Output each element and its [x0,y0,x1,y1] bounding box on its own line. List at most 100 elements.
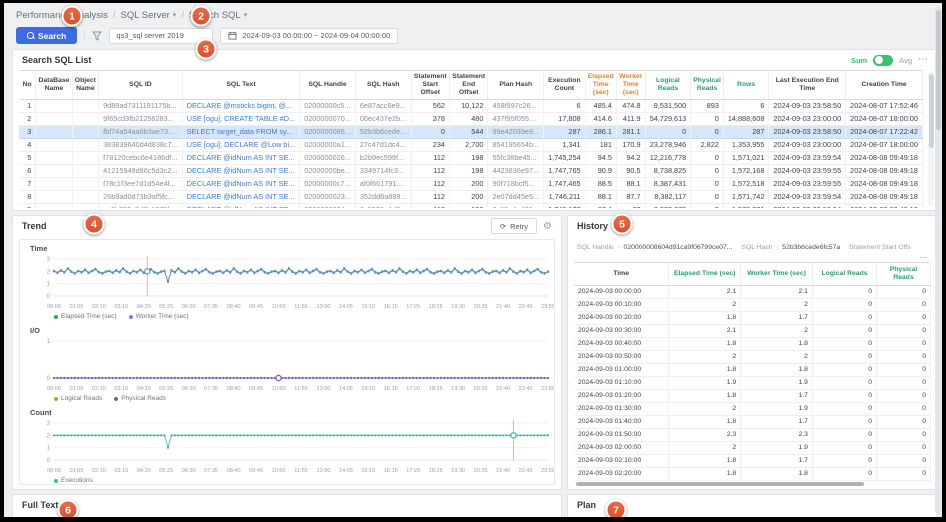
svg-text:08:40: 08:40 [227,386,241,392]
more-menu-icon[interactable]: ⋯ [918,55,928,65]
column-header[interactable]: Statement End Offset [449,71,487,100]
cell: 1.7 [741,455,813,468]
gear-icon[interactable]: ⚙ [543,221,552,232]
column-header[interactable]: Worker Time (sec) [741,263,813,286]
list-vertical-scrollbar[interactable] [928,72,934,206]
column-header[interactable]: Last Execution End Time [769,71,846,100]
search-button[interactable]: Search [16,27,77,44]
column-header[interactable]: SQL ID [99,71,183,100]
cell: 2024-08-08 09:49:18 [846,204,923,208]
column-header[interactable]: Physical Reads [877,263,931,286]
sql-text-link[interactable]: USE [ogu]; CREATE TABLE #D... [182,113,299,126]
history-more-icon[interactable]: ... [919,250,927,260]
cell: 8,382,117 [645,191,691,204]
cell: 41215949d86c5d3c2... [99,165,183,178]
history-horizontal-scrollbar[interactable] [576,482,864,486]
sql-text-link[interactable]: USE [ogu]; DECLARE @Low bi... [182,139,299,152]
retry-button[interactable]: ⟳ Retry [491,218,537,234]
column-header[interactable]: Logical Reads [645,71,691,100]
column-header[interactable]: SQL Handle [300,71,356,100]
cell: 0 [812,442,876,455]
table-row[interactable]: 7f78c1f3ee7d1d54e4f...DECLARE @idNum AS … [19,178,923,191]
cell: 2024-09-03 02:20:00 [574,468,669,481]
sum-avg-toggle[interactable] [873,55,893,66]
table-row: 2024-09-03 01:50:002.32.300 [574,429,931,442]
cell: 90.9 [585,165,616,178]
column-header[interactable]: SQL Text [182,71,299,100]
table-row[interactable]: 29f65cd3fb21256283...USE [ogu]; CREATE T… [19,113,923,126]
table-row[interactable]: 5f78120cebc6e4186df...DECLARE @idNum AS … [19,152,923,165]
cell: b2b9ec599f... [355,152,411,165]
cell [72,100,99,113]
cell: 2.1 [741,286,813,299]
legend-item[interactable]: Worker Time (sec) [129,313,189,320]
legend-item[interactable]: Executions [54,477,93,484]
calendar-icon [228,31,237,40]
svg-text:0: 0 [47,458,51,464]
cell: 1 [19,100,36,113]
legend-dot-icon [54,397,58,401]
cell: 1,571,021 [723,152,769,165]
trend-chart-box: Time012300:0001:0502:1003:1504:2005:2506… [19,239,555,485]
cell: 2024-08-07 18:00:00 [846,113,923,126]
legend-item[interactable]: Physical Reads [114,395,166,402]
cell: 2024-09-03 23:58:50 [769,126,846,139]
table-row[interactable]: 19d89ad7311191175b...DECLARE @msticks bi… [19,100,923,113]
column-header[interactable]: No [19,71,36,100]
column-header[interactable]: DataBase Name [36,71,72,100]
table-row[interactable]: 9ac2b792c7d3b1873f...DECLARE @idNum AS I… [19,204,923,208]
svg-text:08:40: 08:40 [227,468,241,474]
io-chart[interactable]: 0100:0001:0502:1003:1504:2005:2506:3007:… [24,336,555,393]
cell: fbf74a54aa6b3ae73... [99,126,183,139]
sql-text-link[interactable]: DECLARE @idNum AS INT SE... [182,165,299,178]
sql-text-link[interactable]: SELECT target_data FROM sy... [182,126,299,139]
table-row[interactable]: 4383839640d4d838c7...USE [ogu]; DECLARE … [19,139,923,152]
sql-text-link[interactable]: DECLARE @msticks bigint, @... [182,100,299,113]
column-header[interactable]: Time [574,263,669,286]
cell: 2024-09-03 00:40:00 [574,338,669,351]
column-header[interactable]: Worker Time (sec) [616,71,645,100]
column-header[interactable]: Physical Reads [691,71,724,100]
column-header[interactable]: Creation Time [846,71,923,100]
cell: 1.8 [669,338,741,351]
cell: 0 [877,377,931,390]
cell: 27c47d1dc4... [355,139,411,152]
table-row[interactable]: 826b9ad0d73b3af5fc...DECLARE @idNum AS I… [19,191,923,204]
svg-text:15:10: 15:10 [361,386,375,392]
column-header[interactable]: Logical Reads [812,263,876,286]
cell: 2024-09-03 23:00:00 [769,113,846,126]
column-header[interactable]: Elapsed Time (sec) [669,263,741,286]
cell: 893 [691,100,724,113]
sql-text-link[interactable]: DECLARE @idNum AS INT SE... [182,152,299,165]
column-header[interactable]: Object Name [72,71,99,100]
column-header[interactable]: Statement Start Offset [411,71,449,100]
sql-text-link[interactable]: DECLARE @idNum AS INT SE... [182,178,299,191]
breadcrumb-sql-server[interactable]: SQL Server ▾ [121,10,177,21]
cell: 1,572,168 [723,165,769,178]
date-range-picker[interactable]: 2024-09-03 00:00:00 ~ 2024-09-04 00:00:0… [220,28,398,44]
cell: 0 [691,178,724,191]
cell: 2024-09-03 01:00:00 [574,364,669,377]
column-header[interactable]: SQL Hash [355,71,411,100]
legend-item[interactable]: Logical Reads [54,395,102,402]
column-header[interactable]: Execution Count [544,71,585,100]
legend-item[interactable]: Elapsed Time (sec) [54,313,117,320]
cell: 87 [616,204,645,208]
count-chart[interactable]: 012300:0001:0502:1003:1504:2005:2506:300… [24,418,555,475]
table-row[interactable]: 641215949d86c5d3c2...DECLARE @idNum AS I… [19,165,923,178]
column-header[interactable]: Rows [723,71,769,100]
column-header[interactable]: Elapsed Time (sec) [585,71,616,100]
sql-text-link[interactable]: DECLARE @idNum AS INT SE... [182,191,299,204]
svg-text:03:15: 03:15 [114,468,128,474]
cell: 02000000be... [300,165,356,178]
filter-icon[interactable] [92,31,102,41]
sql-text-link[interactable]: DECLARE @idNum AS INT SE... [182,204,299,208]
window-scrollbar[interactable] [935,6,941,514]
full-text-panel: Full Text [12,494,562,521]
column-header[interactable]: Plan Hash [488,71,544,100]
time-chart[interactable]: 012300:0001:0502:1003:1504:2005:2506:300… [24,254,555,311]
svg-text:2: 2 [47,269,51,275]
cell: 2024-09-03 00:50:00 [574,351,669,364]
table-row[interactable]: 3fbf74a54aa6b3ae73...SELECT target_data … [19,126,923,139]
cell: 99e42039e9... [488,126,544,139]
